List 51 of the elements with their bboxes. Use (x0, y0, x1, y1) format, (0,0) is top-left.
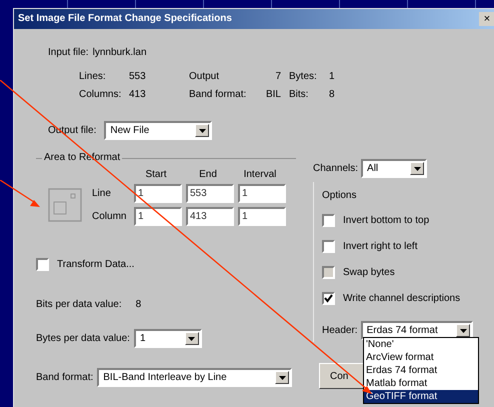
channels-label: Channels: (313, 162, 358, 174)
checkbox[interactable] (36, 258, 49, 271)
dropdown-option[interactable]: ArcView format (364, 351, 478, 364)
checkbox-label: Write channel descriptions (343, 292, 460, 304)
stat-label: Band format: (189, 89, 248, 101)
number-field[interactable]: 553 (186, 184, 234, 203)
number-field[interactable]: 1 (134, 184, 182, 203)
column-header: End (198, 169, 218, 181)
stat-label: Columns: (79, 89, 122, 101)
checkbox[interactable] (322, 240, 335, 253)
column-header: Start (144, 169, 168, 181)
stat-label: Bits: (289, 89, 310, 101)
row-label: Column (92, 210, 128, 222)
stat-label: Lines: (79, 71, 107, 83)
checkbox-label: Transform Data... (57, 258, 134, 270)
stat-value: 413 (129, 89, 147, 101)
output-file-dropdown[interactable]: New File (104, 121, 212, 140)
stat-value: 553 (129, 71, 147, 83)
column-header: Interval (242, 169, 278, 181)
input-file-label: Input file: (48, 47, 89, 59)
input-file-name: lynnburk.lan (92, 47, 147, 59)
area-selection-icon (48, 188, 82, 222)
stat-value: BIL (264, 89, 282, 101)
number-field[interactable]: 1 (238, 184, 286, 203)
stat-value: 1 (329, 71, 336, 83)
stat-value: 7 (274, 71, 282, 83)
bits-value: 8 (136, 299, 142, 311)
number-field[interactable]: 1 (238, 207, 286, 226)
dropdown-option[interactable]: 'None' (364, 338, 478, 351)
close-button[interactable]: × (479, 12, 494, 26)
checkbox-label: Invert right to left (343, 240, 418, 252)
window-title: Set Image File Format Change Specifications (18, 13, 233, 25)
bytes-dropdown[interactable]: 1 (134, 329, 202, 348)
band-format-label: Band format: (36, 372, 94, 384)
stat-label: Output (189, 71, 220, 83)
stat-value: 8 (329, 89, 336, 101)
group-title: Options (322, 190, 356, 201)
checkbox-label: Invert bottom to top (343, 214, 430, 226)
band-format-dropdown[interactable]: BIL-Band Interleave by Line (97, 368, 292, 387)
checkbox[interactable] (322, 214, 335, 227)
checkbox-label: Swap bytes (343, 266, 395, 278)
dropdown-option[interactable]: GeoTIFF format (364, 390, 478, 403)
channels-dropdown[interactable]: All (361, 159, 428, 178)
bytes-label: Bytes per data value: (36, 332, 130, 344)
stat-label: Bytes: (289, 71, 318, 83)
number-field[interactable]: 1 (134, 207, 182, 226)
number-field[interactable]: 413 (186, 207, 234, 226)
checkbox[interactable] (322, 292, 335, 305)
header-label: Header: (322, 324, 358, 336)
row-label: Line (92, 188, 112, 200)
bits-label: Bits per data value: (36, 299, 122, 311)
